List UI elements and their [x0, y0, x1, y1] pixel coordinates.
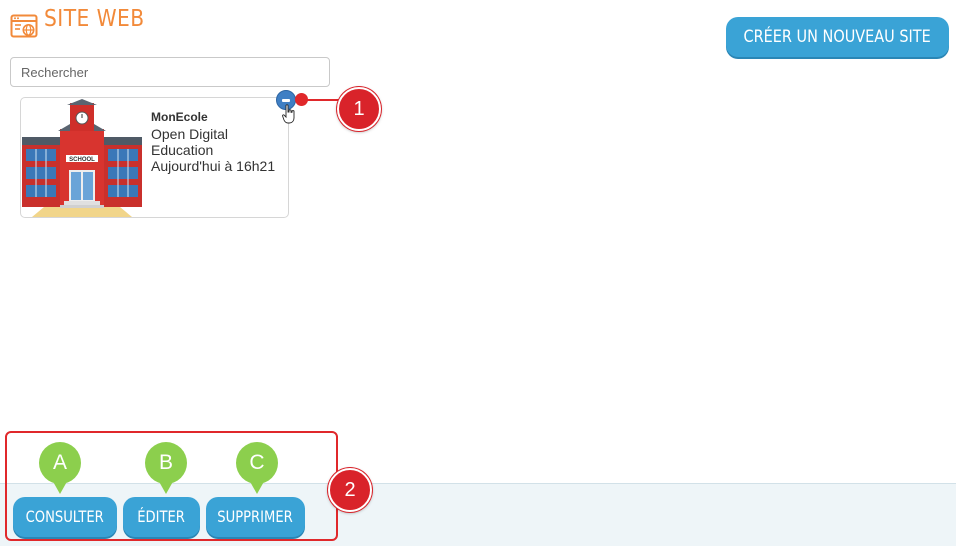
- edit-button[interactable]: ÉDITER: [123, 497, 200, 537]
- consult-button[interactable]: CONSULTER: [13, 497, 117, 537]
- page-title: SITE WEB: [44, 6, 145, 32]
- site-info: MonEcole Open Digital Education Aujourd'…: [151, 110, 286, 174]
- hand-cursor-icon: [282, 104, 295, 124]
- app-header: SITE WEB CRÉER UN NOUVEAU SITE: [0, 0, 956, 57]
- site-name: MonEcole: [151, 110, 208, 124]
- school-building-image: SCHOOL: [22, 99, 142, 217]
- delete-button-label: SUPPRIMER: [217, 507, 294, 526]
- search-input[interactable]: [10, 57, 330, 87]
- site-card[interactable]: SCHOOL MonEcole Open Digital Education A…: [20, 97, 289, 218]
- delete-button[interactable]: SUPPRIMER: [206, 497, 305, 537]
- callout-2-badge: 2: [328, 468, 372, 512]
- edit-button-label: ÉDITER: [137, 507, 186, 526]
- marker-b: B: [145, 442, 187, 494]
- callout-1-badge: 1: [337, 87, 381, 131]
- site-owner-line2: Education: [151, 142, 214, 158]
- site-owner-line1: Open Digital: [151, 126, 229, 142]
- create-site-button[interactable]: CRÉER UN NOUVEAU SITE: [726, 17, 949, 57]
- marker-a: A: [39, 442, 81, 494]
- consult-button-label: CONSULTER: [25, 507, 105, 526]
- create-site-button-label: CRÉER UN NOUVEAU SITE: [743, 27, 932, 47]
- site-thumbnail: SCHOOL: [22, 99, 142, 217]
- marker-c: C: [236, 442, 278, 494]
- callout-1-pointer: [295, 93, 308, 106]
- site-modified-date: Aujourd'hui à 16h21: [151, 158, 276, 174]
- website-icon: [10, 14, 38, 38]
- svg-text:SCHOOL: SCHOOL: [69, 157, 95, 163]
